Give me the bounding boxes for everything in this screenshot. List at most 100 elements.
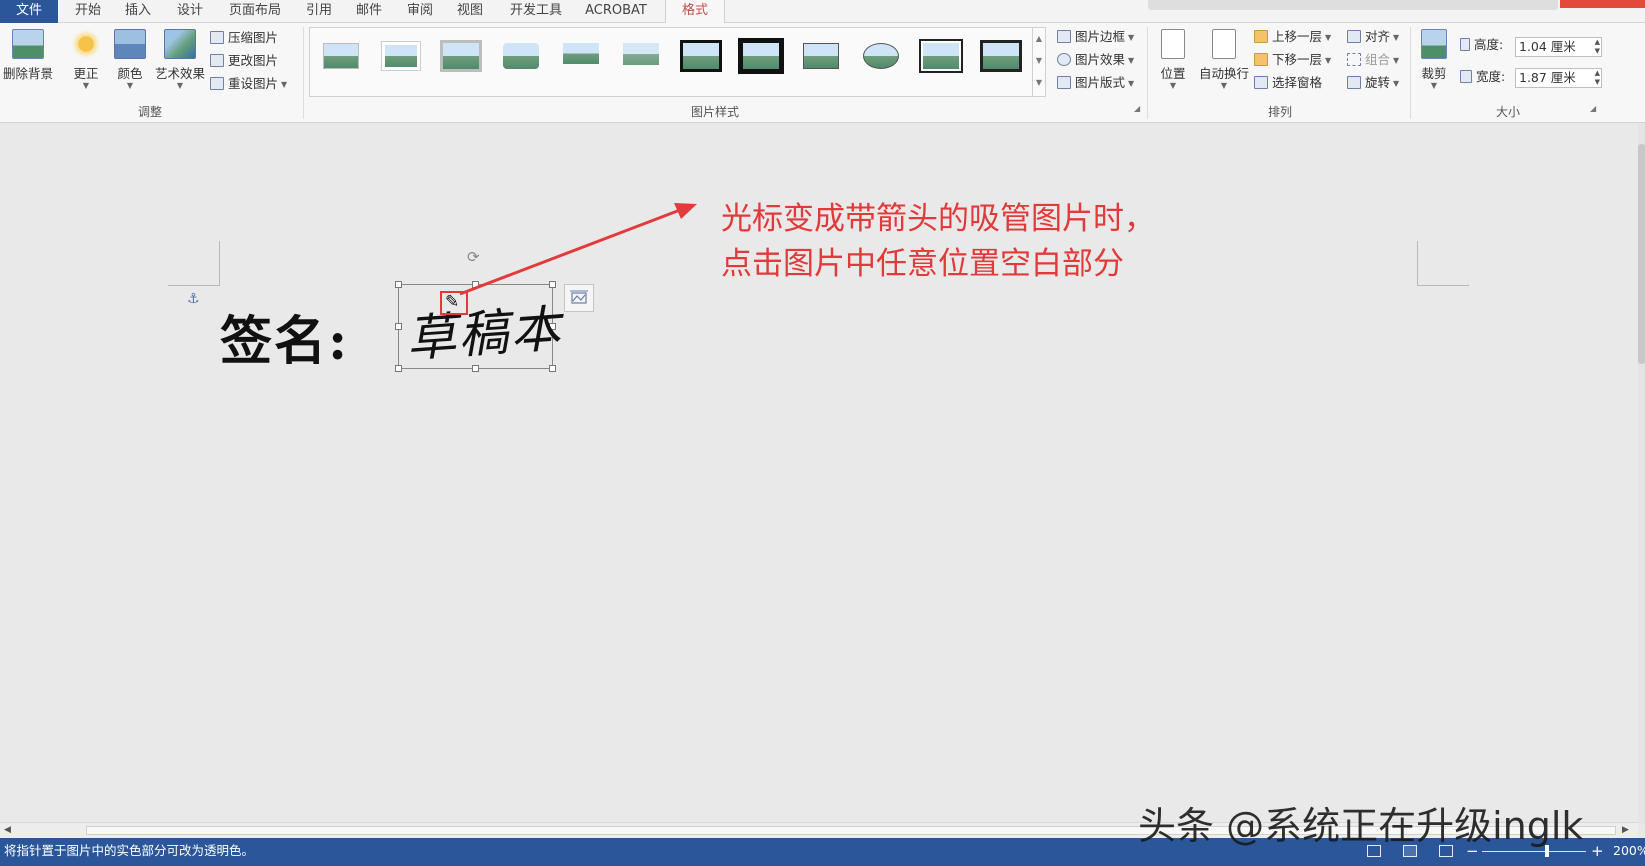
vertical-scrollbar[interactable] <box>1638 124 1645 824</box>
tab-mailings[interactable]: 邮件 <box>349 0 389 23</box>
picture-style-thin-frame[interactable] <box>800 40 842 72</box>
chevron-down-icon: ▼ <box>176 81 184 90</box>
chevron-down-icon: ▼ <box>1128 33 1135 42</box>
zoom-level[interactable]: 200% <box>1613 838 1645 864</box>
tab-references[interactable]: 引用 <box>299 0 339 23</box>
tab-home[interactable]: 开始 <box>68 0 108 23</box>
document-canvas[interactable]: ⚓ 签名: ⟳ 草稿本 ✎ 光标变成带箭头的吸管图片时， 点击图片中任意位置空白… <box>0 124 1638 822</box>
height-input[interactable]: 1.04 厘米 ▲ ▼ <box>1515 37 1602 57</box>
width-spinner-icon[interactable]: ▲ ▼ <box>1595 69 1600 87</box>
layout-icon <box>1057 76 1071 89</box>
scroll-right-icon[interactable]: ▶ <box>1622 825 1629 835</box>
position-button[interactable]: 位置 ▼ <box>1154 27 1192 99</box>
tab-file[interactable]: 文件 <box>0 0 58 23</box>
send-backward-label: 下移一层 <box>1272 52 1323 67</box>
crop-icon <box>1421 29 1447 59</box>
gallery-more-icon[interactable]: ▼ <box>1033 72 1045 94</box>
change-picture-label: 更改图片 <box>228 53 279 68</box>
reset-picture-icon <box>210 77 224 90</box>
align-label: 对齐 <box>1365 29 1391 44</box>
color-label: 颜色 <box>117 66 143 81</box>
ribbon-tab-bar: 文件 开始 插入 设计 页面布局 引用 邮件 审阅 视图 开发工具 ACROBA… <box>0 0 1645 24</box>
tab-review[interactable]: 审阅 <box>400 0 440 23</box>
corrections-button[interactable]: 更正 ▼ <box>66 27 106 99</box>
tab-page-layout[interactable]: 页面布局 <box>222 0 288 23</box>
picture-effects-label: 图片效果 <box>1075 52 1126 67</box>
watermark-text: 头条 @系统正在升级inglk <box>1138 804 1584 848</box>
dialog-launcher-icon[interactable]: ◢ <box>1590 104 1596 113</box>
reset-picture-button[interactable]: 重设图片 ▼ <box>210 74 287 94</box>
picture-layout-button[interactable]: 图片版式 ▼ <box>1057 73 1134 93</box>
picture-style-soft-edge[interactable] <box>500 40 542 72</box>
group-label-picture-styles: 图片样式 <box>690 105 739 119</box>
picture-style-black-frame[interactable] <box>680 40 722 72</box>
picture-style-oval[interactable] <box>860 40 902 72</box>
artistic-effects-label: 艺术效果 <box>154 66 205 81</box>
position-label: 位置 <box>1160 66 1186 81</box>
group-label-adjust: 调整 <box>137 105 162 119</box>
compress-pictures-button[interactable]: 压缩图片 <box>210 28 278 48</box>
gallery-up-icon[interactable]: ▲ <box>1033 28 1045 50</box>
annotation-line-2: 点击图片中任意位置空白部分 <box>721 246 1124 282</box>
picture-effects-button[interactable]: 图片效果 ▼ <box>1057 50 1134 70</box>
width-input[interactable]: 1.87 厘米 ▲ ▼ <box>1515 68 1602 88</box>
tab-format[interactable]: 格式 <box>665 0 725 24</box>
picture-style-simple-frame[interactable] <box>320 40 362 72</box>
group-separator <box>1410 27 1411 119</box>
vertical-scroll-thumb[interactable] <box>1638 144 1645 364</box>
zoom-in-button[interactable]: + <box>1591 838 1604 864</box>
group-objects-button[interactable]: 组合 ▼ <box>1347 50 1399 70</box>
picture-style-soft-reflection[interactable] <box>620 40 662 72</box>
send-backward-icon <box>1254 53 1268 66</box>
picture-style-shadow-rect[interactable] <box>440 40 482 72</box>
chevron-down-icon: ▼ <box>126 81 134 90</box>
zoom-slider[interactable] <box>1482 851 1586 852</box>
align-button[interactable]: 对齐 ▼ <box>1347 27 1399 47</box>
tab-developer[interactable]: 开发工具 <box>503 0 569 23</box>
height-icon <box>1460 38 1470 51</box>
group-icon <box>1347 53 1361 66</box>
compress-pictures-label: 压缩图片 <box>228 30 279 45</box>
group-separator <box>1147 27 1148 119</box>
rotate-icon <box>1347 76 1361 89</box>
tab-view[interactable]: 视图 <box>450 0 490 23</box>
remove-background-label: 删除背景 <box>2 66 53 81</box>
position-icon <box>1161 29 1185 59</box>
tab-acrobat[interactable]: ACROBAT <box>580 0 652 23</box>
selection-pane-icon <box>1254 76 1268 89</box>
gallery-down-icon[interactable]: ▼ <box>1033 50 1045 72</box>
wrap-text-button[interactable]: 自动换行 ▼ <box>1196 27 1252 99</box>
scroll-left-icon[interactable]: ◀ <box>4 825 11 835</box>
dialog-launcher-icon[interactable]: ◢ <box>1134 104 1140 113</box>
picture-style-reflected[interactable] <box>560 40 602 72</box>
picture-style-perspective[interactable] <box>980 40 1022 72</box>
rotate-button[interactable]: 旋转 ▼ <box>1347 73 1399 93</box>
artistic-effects-button[interactable]: 艺术效果 ▼ <box>152 27 208 99</box>
height-label: 高度: <box>1460 35 1503 55</box>
change-picture-button[interactable]: 更改图片 <box>210 51 278 71</box>
color-button[interactable]: 颜色 ▼ <box>112 27 148 99</box>
picture-style-thick-black-frame[interactable] <box>740 40 782 72</box>
wrap-text-icon <box>1212 29 1236 59</box>
crop-button[interactable]: 裁剪 ▼ <box>1414 27 1454 99</box>
annotation-text: 光标变成带箭头的吸管图片时， 点击图片中任意位置空白部分 <box>721 197 1155 287</box>
picture-border-button[interactable]: 图片边框 ▼ <box>1057 27 1134 47</box>
chevron-down-icon: ▼ <box>1220 81 1228 90</box>
remove-background-icon <box>12 29 44 59</box>
picture-style-double-frame[interactable] <box>920 40 962 72</box>
picture-style-white-frame[interactable] <box>380 40 422 72</box>
gallery-scrollbar[interactable]: ▲ ▼ ▼ <box>1032 28 1045 96</box>
chevron-down-icon: ▼ <box>1169 81 1177 90</box>
color-picture-icon <box>114 29 146 59</box>
chevron-down-icon: ▼ <box>1430 81 1438 90</box>
tab-design[interactable]: 设计 <box>170 0 210 23</box>
login-badge[interactable] <box>1560 0 1645 8</box>
bring-forward-button[interactable]: 上移一层 ▼ <box>1254 27 1331 47</box>
chevron-down-icon: ▼ <box>1128 56 1135 65</box>
send-backward-button[interactable]: 下移一层 ▼ <box>1254 50 1331 70</box>
selection-pane-button[interactable]: 选择窗格 <box>1254 73 1322 93</box>
height-spinner-icon[interactable]: ▲ ▼ <box>1595 38 1600 56</box>
remove-background-button[interactable]: 删除背景 <box>2 27 54 99</box>
picture-styles-gallery: ▲ ▼ ▼ <box>309 27 1046 97</box>
tab-insert[interactable]: 插入 <box>118 0 158 23</box>
